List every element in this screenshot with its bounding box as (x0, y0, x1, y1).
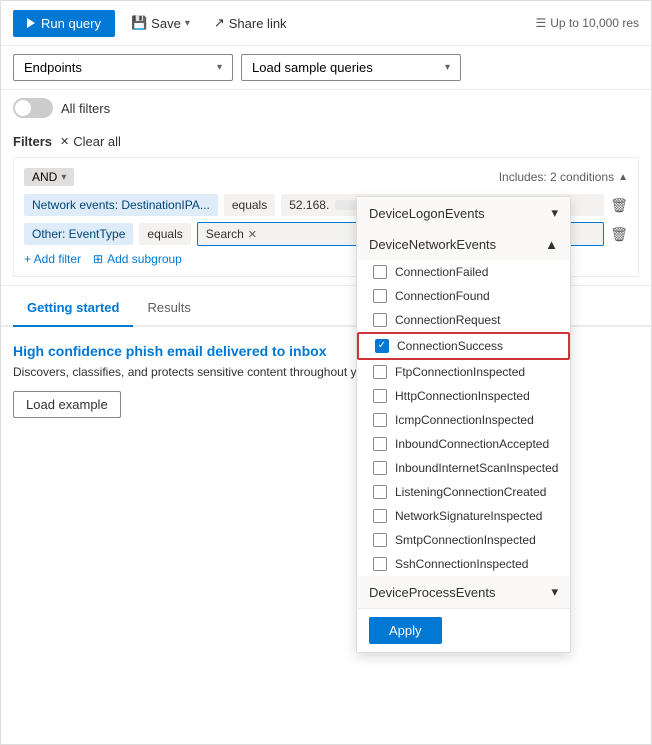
checkbox-icmp-connection[interactable] (373, 413, 387, 427)
item-connection-request[interactable]: ConnectionRequest (357, 308, 570, 332)
item-http-connection-inspected[interactable]: HttpConnectionInspected (357, 384, 570, 408)
clear-x-icon: ✕ (60, 135, 69, 148)
filters-header: Filters ✕ Clear all (13, 134, 639, 149)
checkbox-inbound-internet-scan[interactable] (373, 461, 387, 475)
item-smtp-connection[interactable]: SmtpConnectionInspected (357, 528, 570, 552)
checkbox-connection-success[interactable] (375, 339, 389, 353)
checkbox-http-connection[interactable] (373, 389, 387, 403)
and-chevron-icon: ▾ (61, 172, 66, 183)
network-chevron-icon: ▲ (545, 237, 558, 252)
sample-chevron-icon: ▾ (445, 62, 450, 73)
and-label: AND (32, 170, 57, 184)
schema-dropdown[interactable]: Endpoints ▾ (13, 54, 233, 81)
tab-results[interactable]: Results (133, 290, 204, 327)
section-device-process-events[interactable]: DeviceProcessEvents ▾ (357, 576, 570, 608)
add-subgroup-icon: ⊞ (93, 252, 103, 266)
item-ssh-connection[interactable]: SshConnectionInspected (357, 552, 570, 576)
item-network-signature[interactable]: NetworkSignatureInspected (357, 504, 570, 528)
logon-chevron-icon: ▾ (551, 205, 558, 221)
checkbox-inbound-connection[interactable] (373, 437, 387, 451)
schema-chevron-icon: ▾ (217, 62, 222, 73)
checkbox-ssh-connection[interactable] (373, 557, 387, 571)
save-label: Save (151, 16, 181, 31)
checkbox-connection-found[interactable] (373, 289, 387, 303)
filter-field-1[interactable]: Network events: DestinationIPA... (24, 194, 218, 216)
results-limit: ☰ Up to 10,000 res (536, 16, 640, 30)
checkbox-ftp-connection[interactable] (373, 365, 387, 379)
tab-getting-started[interactable]: Getting started (13, 290, 133, 327)
item-connection-found[interactable]: ConnectionFound (357, 284, 570, 308)
list-icon: ☰ (536, 16, 547, 30)
add-subgroup-button[interactable]: ⊞ Add subgroup (93, 252, 182, 266)
save-icon: 💾 (131, 15, 147, 31)
clear-all-button[interactable]: ✕ Clear all (60, 134, 121, 149)
and-operator-badge[interactable]: AND ▾ (24, 168, 74, 186)
run-query-button[interactable]: Run query (13, 10, 115, 37)
checkbox-network-signature[interactable] (373, 509, 387, 523)
checkbox-listening-connection[interactable] (373, 485, 387, 499)
all-filters-toggle[interactable] (13, 98, 53, 118)
all-filters-row: All filters (1, 90, 651, 126)
run-query-label: Run query (41, 16, 101, 31)
share-link-label: Share link (229, 16, 287, 31)
item-connection-failed[interactable]: ConnectionFailed (357, 260, 570, 284)
filter-value-clear-2[interactable]: ✕ (248, 228, 257, 241)
item-inbound-internet-scan[interactable]: InboundInternetScanInspected (357, 456, 570, 480)
apply-button[interactable]: Apply (369, 617, 442, 644)
filter-delete-2[interactable]: 🗑 (610, 226, 628, 243)
clear-all-label: Clear all (73, 134, 121, 149)
filter-delete-1[interactable]: 🗑 (610, 197, 628, 214)
add-filter-button[interactable]: + Add filter (24, 252, 81, 266)
checkbox-smtp-connection[interactable] (373, 533, 387, 547)
checkbox-connection-request[interactable] (373, 313, 387, 327)
save-button[interactable]: 💾 Save ▾ (123, 9, 198, 37)
all-filters-label: All filters (61, 101, 110, 116)
save-chevron-icon: ▾ (185, 18, 190, 29)
event-type-dropdown-overlay: DeviceLogonEvents ▾ DeviceNetworkEvents … (356, 196, 571, 653)
item-listening-connection[interactable]: ListeningConnectionCreated (357, 480, 570, 504)
share-icon: ↗ (214, 15, 225, 31)
dropdown-list: DeviceLogonEvents ▾ DeviceNetworkEvents … (357, 197, 570, 608)
sample-queries-label: Load sample queries (252, 60, 373, 75)
toggle-thumb (15, 100, 31, 116)
item-icmp-connection-inspected[interactable]: IcmpConnectionInspected (357, 408, 570, 432)
includes-label: Includes: 2 conditions ▲ (499, 170, 628, 184)
conditions-header: AND ▾ Includes: 2 conditions ▲ (24, 168, 628, 186)
filter-operator-1[interactable]: equals (224, 194, 275, 216)
section-device-logon-events[interactable]: DeviceLogonEvents ▾ (357, 197, 570, 229)
item-inbound-connection-accepted[interactable]: InboundConnectionAccepted (357, 432, 570, 456)
schema-dropdown-label: Endpoints (24, 60, 82, 75)
apply-row: Apply (357, 608, 570, 652)
item-connection-success[interactable]: ConnectionSuccess (357, 332, 570, 360)
item-ftp-connection-inspected[interactable]: FtpConnectionInspected (357, 360, 570, 384)
section-device-network-events[interactable]: DeviceNetworkEvents ▲ (357, 229, 570, 260)
main-container: Run query 💾 Save ▾ ↗ Share link ☰ Up to … (0, 0, 652, 745)
filter-field-2[interactable]: Other: EventType (24, 223, 133, 245)
filter-operator-2[interactable]: equals (139, 223, 190, 245)
play-icon (27, 18, 35, 28)
share-link-button[interactable]: ↗ Share link (206, 9, 295, 37)
toolbar: Run query 💾 Save ▾ ↗ Share link ☰ Up to … (1, 1, 651, 46)
load-example-button[interactable]: Load example (13, 391, 121, 418)
filters-label: Filters (13, 134, 52, 149)
process-chevron-icon: ▾ (551, 584, 558, 600)
conditions-chevron-icon: ▲ (618, 172, 628, 183)
dropdowns-row: Endpoints ▾ Load sample queries ▾ (1, 46, 651, 90)
sample-queries-dropdown[interactable]: Load sample queries ▾ (241, 54, 461, 81)
checkbox-connection-failed[interactable] (373, 265, 387, 279)
